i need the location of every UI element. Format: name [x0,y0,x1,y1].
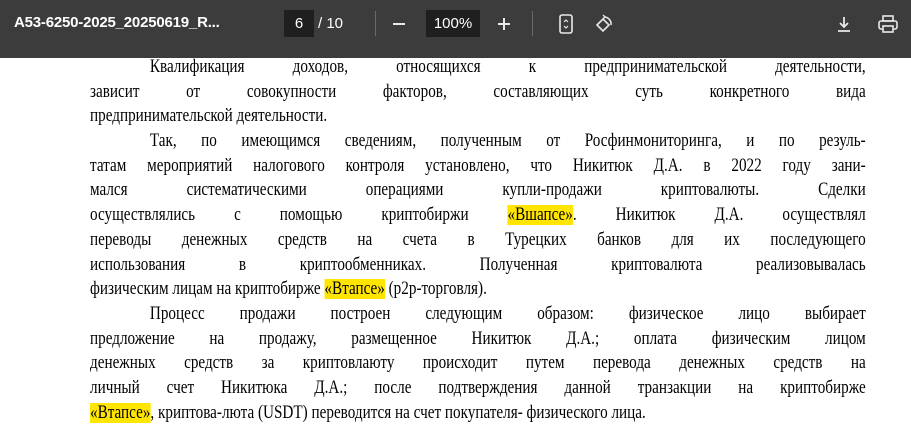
text-segment: физическим лицам на криптобирже [90,279,325,300]
print-icon[interactable] [874,10,902,38]
text-segment: . Никитюк Д.А. осуществлял [572,205,866,226]
text-segment: использования в криптообменниках. Получе… [90,254,866,275]
divider [375,11,376,36]
text-segment: , криптова-люта (USDT) переводится на сч… [150,402,646,423]
rotate-icon[interactable] [590,10,618,38]
document-page: Квалификация доходов, относящихся к пред… [90,55,866,430]
text-segment: предпринимательской деятельности. [90,106,328,127]
fit-page-icon[interactable] [552,10,580,38]
text-line: использования в криптообменниках. Получе… [90,253,866,278]
text-line: «Втапсе», криптова-люта (USDT) переводит… [90,401,866,426]
download-icon[interactable] [830,10,858,38]
text-line: Так, по имеющимся сведениям, полученным … [90,129,866,154]
pdf-toolbar: A53-6250-2025_20250619_R... 6 / 10 100% [0,0,911,58]
text-line: переводы денежных средств на счета в Тур… [90,228,866,253]
highlighted-text: «Вшапсе» [507,205,573,226]
highlighted-text: «Втапсе» [90,402,151,423]
text-segment: Квалификация доходов, относящихся к пред… [149,57,866,77]
text-line: татам мероприятий налогового контроля ус… [90,154,866,179]
text-line: Процесс продажи построен следующим образ… [90,302,866,327]
text-segment: Так, по имеющимся сведениям, полученным … [149,131,866,152]
document-text: Квалификация доходов, относящихся к пред… [90,55,866,425]
text-line: предпринимательской деятельности. [90,104,866,129]
divider [532,11,533,36]
text-segment: переводы денежных средств на счета в Тур… [90,229,866,250]
text-segment: личный счет Никитюка Д.А.; после подтвер… [90,377,866,398]
text-segment: предложение на продажу, размещенное Ники… [90,328,866,349]
text-line: физическим лицам на криптобирже «Втапсе»… [90,277,866,302]
text-line: личный счет Никитюка Д.А.; после подтвер… [90,376,866,401]
text-segment: осуществлялись с помощью криптобиржи [90,205,508,226]
text-segment: мался систематическими операциями купли-… [90,180,866,201]
text-segment: (p2p-торговля). [384,279,487,300]
page-total: / 10 [318,15,344,32]
text-segment: зависит от совокупности факторов, состав… [90,81,866,102]
zoom-in-icon[interactable] [490,10,518,38]
text-segment: денежных средств за криптовлаюту происхо… [90,353,866,374]
text-line: предложение на продажу, размещенное Ники… [90,327,866,352]
page-number-input[interactable]: 6 [284,10,314,37]
text-line: денежных средств за криптовлаюту происхо… [90,351,866,376]
text-line: зависит от совокупности факторов, состав… [90,80,866,105]
text-segment: Процесс продажи построен следующим образ… [149,303,866,324]
zoom-out-icon[interactable] [385,10,413,38]
text-line: Квалификация доходов, относящихся к пред… [90,55,866,80]
highlighted-text: «Втапсе» [324,279,385,300]
zoom-level-input[interactable]: 100% [426,10,480,37]
text-segment: татам мероприятий налогового контроля ус… [90,155,866,176]
file-name: A53-6250-2025_20250619_R... [14,14,220,31]
text-line: мался систематическими операциями купли-… [90,178,866,203]
text-line: осуществлялись с помощью криптобиржи «Вш… [90,203,866,228]
